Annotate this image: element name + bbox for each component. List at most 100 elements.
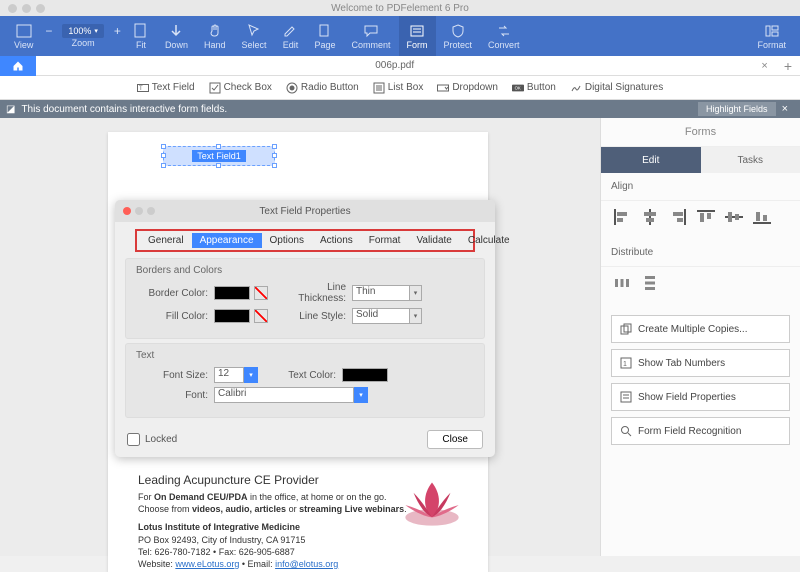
zoom-select[interactable]: 100%▾ — [62, 24, 104, 38]
comment-tool[interactable]: Comment — [344, 16, 399, 56]
svg-text:1: 1 — [623, 361, 627, 368]
dialog-titlebar[interactable]: Text Field Properties — [115, 200, 495, 222]
info-bar: ◪ This document contains interactive for… — [0, 100, 800, 118]
align-section-label: Align — [601, 173, 800, 201]
home-button[interactable] — [0, 56, 36, 76]
lotus-image — [391, 470, 473, 532]
select-tool[interactable]: Select — [233, 16, 274, 56]
tab-actions[interactable]: Actions — [312, 233, 361, 248]
font-size-dropdown[interactable]: ▾ — [244, 367, 258, 383]
window-titlebar: Welcome to PDFelement 6 Pro — [0, 0, 800, 16]
font-size-input[interactable]: 12 — [214, 367, 244, 383]
fill-color-swatch[interactable] — [214, 309, 250, 323]
align-center-icon[interactable] — [641, 209, 659, 225]
tab-bar: 006p.pdf × + — [0, 56, 800, 76]
tab-calculate[interactable]: Calculate — [460, 233, 518, 248]
zoom-out[interactable]: − — [41, 24, 56, 38]
button-tool[interactable]: OKButton — [512, 82, 556, 94]
field-label: Text Field1 — [192, 150, 246, 162]
tab-appearance[interactable]: Appearance — [192, 233, 262, 248]
align-middle-icon[interactable] — [725, 209, 743, 225]
dialog-tabs: General Appearance Options Actions Forma… — [135, 229, 475, 252]
view-tool[interactable]: View — [6, 16, 41, 56]
document-tab[interactable]: 006p.pdf — [36, 60, 753, 71]
sidebar-header: Forms — [601, 118, 800, 147]
forms-sidebar: Forms Edit Tasks Align Distribute Create… — [600, 118, 800, 556]
dialog-close-icon[interactable] — [123, 207, 131, 215]
dropdown-tool[interactable]: Dropdown — [437, 82, 498, 94]
line-style-select[interactable]: Solid — [352, 308, 410, 324]
border-color-swatch[interactable] — [214, 286, 250, 300]
format-tool[interactable]: Format — [749, 16, 794, 56]
down-tool[interactable]: Down — [157, 16, 196, 56]
align-bottom-icon[interactable] — [753, 209, 771, 225]
selected-text-field[interactable]: Text Field1 — [163, 146, 275, 166]
email-link[interactable]: info@elotus.org — [275, 559, 338, 569]
locked-label: Locked — [145, 434, 177, 445]
font-dropdown[interactable]: ▾ — [354, 387, 368, 403]
protect-tool[interactable]: Protect — [436, 16, 481, 56]
check-box-tool[interactable]: Check Box — [209, 82, 272, 94]
text-field-properties-dialog: Text Field Properties General Appearance… — [115, 200, 495, 457]
svg-text:T: T — [139, 86, 143, 92]
fill-color-label: Fill Color: — [136, 311, 214, 322]
distribute-tools — [601, 267, 800, 305]
tab-validate[interactable]: Validate — [408, 233, 459, 248]
digital-signature-tool[interactable]: Digital Signatures — [570, 82, 663, 94]
create-multiple-copies-button[interactable]: Create Multiple Copies... — [611, 315, 790, 343]
fill-color-none[interactable] — [254, 309, 268, 323]
highlight-fields-button[interactable]: Highlight Fields — [698, 102, 776, 116]
page-tool[interactable]: Page — [306, 16, 343, 56]
text-section: Text Font Size: 12 ▾ Text Color: Font: C… — [125, 343, 485, 418]
show-field-properties-button[interactable]: Show Field Properties — [611, 383, 790, 411]
locked-checkbox[interactable] — [127, 433, 140, 446]
tab-options[interactable]: Options — [262, 233, 312, 248]
tab-general[interactable]: General — [140, 233, 192, 248]
tab-format[interactable]: Format — [361, 233, 409, 248]
sidebar-tab-edit[interactable]: Edit — [601, 147, 701, 173]
text-field-tool[interactable]: TText Field — [137, 82, 195, 94]
line-thickness-select[interactable]: Thin — [352, 285, 410, 301]
align-left-icon[interactable] — [613, 209, 631, 225]
traffic-lights[interactable] — [0, 4, 45, 13]
align-right-icon[interactable] — [669, 209, 687, 225]
form-field-recognition-button[interactable]: Form Field Recognition — [611, 417, 790, 445]
align-top-icon[interactable] — [697, 209, 715, 225]
document-canvas[interactable]: Text Field1 Leading Acupuncture CE Provi… — [0, 118, 600, 556]
zoom-label: Zoom — [72, 38, 95, 48]
new-tab[interactable]: + — [776, 58, 800, 74]
window-title: Welcome to PDFelement 6 Pro — [331, 3, 469, 14]
distribute-vertical-icon[interactable] — [641, 275, 659, 291]
info-message: This document contains interactive form … — [21, 104, 227, 115]
section-title: Text — [136, 350, 474, 361]
line-thickness-label: Line Thickness: — [280, 282, 352, 304]
convert-tool[interactable]: Convert — [480, 16, 528, 56]
main-ribbon: View −100%▾ + Zoom Fit Down Hand Select E… — [0, 16, 800, 56]
form-tool[interactable]: Form — [399, 16, 436, 56]
font-size-label: Font Size: — [136, 370, 214, 381]
font-label: Font: — [136, 390, 214, 401]
line-style-label: Line Style: — [280, 311, 352, 322]
dialog-title: Text Field Properties — [259, 206, 350, 217]
text-color-swatch[interactable] — [342, 368, 388, 382]
show-tab-numbers-button[interactable]: 1Show Tab Numbers — [611, 349, 790, 377]
website-link[interactable]: www.eLotus.org — [175, 559, 239, 569]
sidebar-tab-tasks[interactable]: Tasks — [701, 147, 800, 173]
radio-button-tool[interactable]: Radio Button — [286, 82, 359, 94]
distribute-horizontal-icon[interactable] — [613, 275, 631, 291]
close-tab[interactable]: × — [753, 60, 775, 72]
edit-tool[interactable]: Edit — [274, 16, 306, 56]
text-color-label: Text Color: — [270, 370, 342, 381]
fit-tool[interactable]: Fit — [125, 16, 157, 56]
info-close[interactable]: × — [776, 103, 794, 115]
zoom-in[interactable]: + — [110, 24, 125, 38]
border-color-none[interactable] — [254, 286, 268, 300]
hand-tool[interactable]: Hand — [196, 16, 234, 56]
section-title: Borders and Colors — [136, 265, 474, 276]
close-button[interactable]: Close — [427, 430, 483, 449]
list-box-tool[interactable]: List Box — [373, 82, 424, 94]
borders-colors-section: Borders and Colors Border Color: Line Th… — [125, 258, 485, 339]
form-toolbar: TText Field Check Box Radio Button List … — [0, 76, 800, 100]
svg-text:OK: OK — [514, 85, 520, 90]
font-select[interactable]: Calibri — [214, 387, 354, 403]
